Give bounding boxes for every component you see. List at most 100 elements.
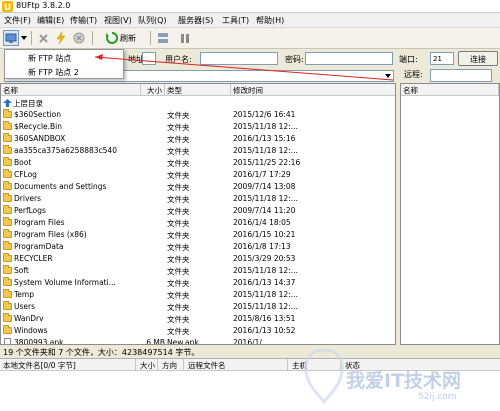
folder-icon	[3, 181, 12, 190]
cell-name: PerfLogs	[14, 206, 46, 215]
table-row[interactable]: $360Section 文件夹 2015/12/6 16:41	[1, 109, 395, 121]
title-bar: U 8UFtp 3.8.2.0	[0, 0, 500, 13]
table-row[interactable]: Soft 文件夹 2015/11/18 12:...	[1, 265, 395, 277]
cell-type: 文件夹	[167, 315, 190, 324]
cell-type: 文件夹	[167, 231, 190, 240]
menu-view[interactable]: 视图(V)	[104, 15, 132, 26]
table-row[interactable]: Users 文件夹 2015/11/18 12:...	[1, 301, 395, 313]
table-row[interactable]: Program Files (x86) 文件夹 2016/1/15 10:21	[1, 229, 395, 241]
table-row[interactable]: Temp 文件夹 2015/11/18 12:...	[1, 289, 395, 301]
connect-button[interactable]: 连接	[458, 51, 498, 66]
table-row[interactable]: CFLog 文件夹 2016/1/7 17:29	[1, 169, 395, 181]
cell-name: WanDrv	[14, 314, 44, 323]
cell-type: 文件夹	[167, 195, 190, 204]
table-row[interactable]: $Recycle.Bin 文件夹 2015/11/18 12:...	[1, 121, 395, 133]
table-row[interactable]: System Volume Informati... 文件夹 2016/1/13 1…	[1, 277, 395, 289]
sync-icon	[158, 33, 168, 43]
parent-dir-label: 上层目录	[13, 99, 43, 108]
queue-col-remote[interactable]: 远程文件名	[188, 360, 226, 371]
password-label: 密码:	[285, 55, 304, 64]
disconnect-icon	[38, 33, 48, 43]
table-row[interactable]: WanDrv 文件夹 2015/8/16 13:51	[1, 313, 395, 325]
table-row[interactable]: PerfLogs 文件夹 2009/7/14 11:20	[1, 205, 395, 217]
cell-modified: 2015/11/18 12:...	[233, 122, 298, 131]
table-row[interactable]: Documents and Settings 文件夹 2009/7/14 13:08	[1, 181, 395, 193]
new-ftp-site-2-item[interactable]: 新 FTP 站点 2	[6, 65, 122, 78]
stop-button[interactable]	[72, 30, 86, 46]
pause-button[interactable]	[178, 30, 192, 46]
port-input[interactable]	[430, 52, 454, 65]
table-row[interactable]: Boot 文件夹 2015/11/25 22:16	[1, 157, 395, 169]
menu-queue[interactable]: 队列(Q)	[138, 15, 167, 26]
host-input[interactable]	[142, 52, 156, 65]
cell-name: Boot	[14, 158, 32, 167]
menu-transfer[interactable]: 传输(T)	[70, 15, 97, 26]
folder-icon	[3, 265, 12, 274]
cell-type: 文件夹	[167, 327, 190, 336]
cell-modified: 2016/1/4 18:05	[233, 218, 291, 227]
folder-icon	[3, 301, 12, 310]
cell-type: 文件夹	[167, 219, 190, 228]
cell-modified: 2016/1/13 10:52	[233, 326, 296, 335]
refresh-button[interactable]: 刷新	[96, 30, 146, 46]
cell-name: System Volume Informati...	[14, 278, 116, 287]
sync-button[interactable]	[156, 30, 170, 46]
table-row[interactable]: ProgramData 文件夹 2016/1/8 17:13	[1, 241, 395, 253]
cell-name: Documents and Settings	[14, 182, 107, 191]
cell-modified: 2015/11/18 12:...	[233, 290, 298, 299]
lightning-icon	[56, 32, 66, 44]
col-size[interactable]: 大小	[141, 84, 165, 96]
disconnect-button[interactable]	[36, 30, 50, 46]
app-icon: U	[2, 1, 13, 12]
queue-col-local[interactable]: 本地文件名[0/0 字节]	[3, 360, 76, 371]
menu-tools[interactable]: 工具(T)	[222, 15, 249, 26]
cell-name: Windows	[14, 326, 48, 335]
site-manager-button[interactable]	[3, 30, 19, 46]
cell-modified: 2016/1/8 17:13	[233, 242, 291, 251]
menu-edit[interactable]: 编辑(E)	[37, 15, 64, 26]
folder-icon	[3, 229, 12, 238]
parent-dir-row[interactable]: 上层目录	[1, 97, 395, 109]
chevron-down-icon	[21, 36, 27, 40]
username-input[interactable]	[200, 52, 278, 65]
cell-type: 文件夹	[167, 303, 190, 312]
menu-help[interactable]: 帮助(H)	[256, 15, 284, 26]
folder-icon	[3, 169, 12, 178]
table-row[interactable]: Drivers 文件夹 2015/11/18 12:...	[1, 193, 395, 205]
cell-name: Program Files	[14, 218, 65, 227]
col-modified[interactable]: 修改时间	[231, 84, 395, 96]
menu-server[interactable]: 服务器(S)	[178, 15, 213, 26]
cell-type: 文件夹	[167, 135, 190, 144]
folder-icon	[3, 205, 12, 214]
remote-file-list: 名称	[400, 83, 500, 345]
table-row[interactable]: Windows 文件夹 2016/1/13 10:52	[1, 325, 395, 337]
svg-text:U: U	[4, 3, 11, 12]
file-icon	[4, 338, 11, 344]
watermark: 我爱IT技术网 52ij.com	[300, 338, 500, 411]
cell-type: 文件夹	[167, 147, 190, 156]
remote-col-name[interactable]: 名称	[401, 84, 499, 96]
up-arrow-icon	[3, 99, 12, 107]
cell-type: 文件夹	[167, 171, 190, 180]
table-row[interactable]: Program Files 文件夹 2016/1/4 18:05	[1, 217, 395, 229]
menu-file[interactable]: 文件(F)	[4, 15, 31, 26]
quick-connect-button[interactable]	[54, 30, 68, 46]
folder-icon	[3, 217, 12, 226]
table-row[interactable]: 360SANDBOX 文件夹 2016/1/13 15:16	[1, 133, 395, 145]
site-dropdown-button[interactable]	[20, 30, 28, 46]
new-ftp-site-item[interactable]: 新 FTP 站点	[6, 51, 122, 64]
window-title: 8UFtp 3.8.2.0	[16, 1, 71, 10]
cell-modified: 2015/11/25 22:16	[233, 158, 301, 167]
table-row[interactable]: RECYCLER 文件夹 2015/3/29 20:53	[1, 253, 395, 265]
queue-col-size[interactable]: 大小	[140, 360, 155, 371]
chevron-down-icon	[385, 74, 391, 78]
remote-path-input[interactable]	[430, 69, 492, 82]
folder-icon	[3, 241, 12, 250]
table-row[interactable]: aa355ca375a6258883c540 文件夹 2015/11/18 12:.…	[1, 145, 395, 157]
col-name[interactable]: 名称	[1, 84, 141, 96]
queue-col-direction[interactable]: 方向	[162, 360, 177, 371]
password-input[interactable]	[305, 52, 393, 65]
folder-icon	[3, 325, 12, 334]
user-label: 用户名:	[165, 55, 192, 64]
col-type[interactable]: 类型	[165, 84, 231, 96]
